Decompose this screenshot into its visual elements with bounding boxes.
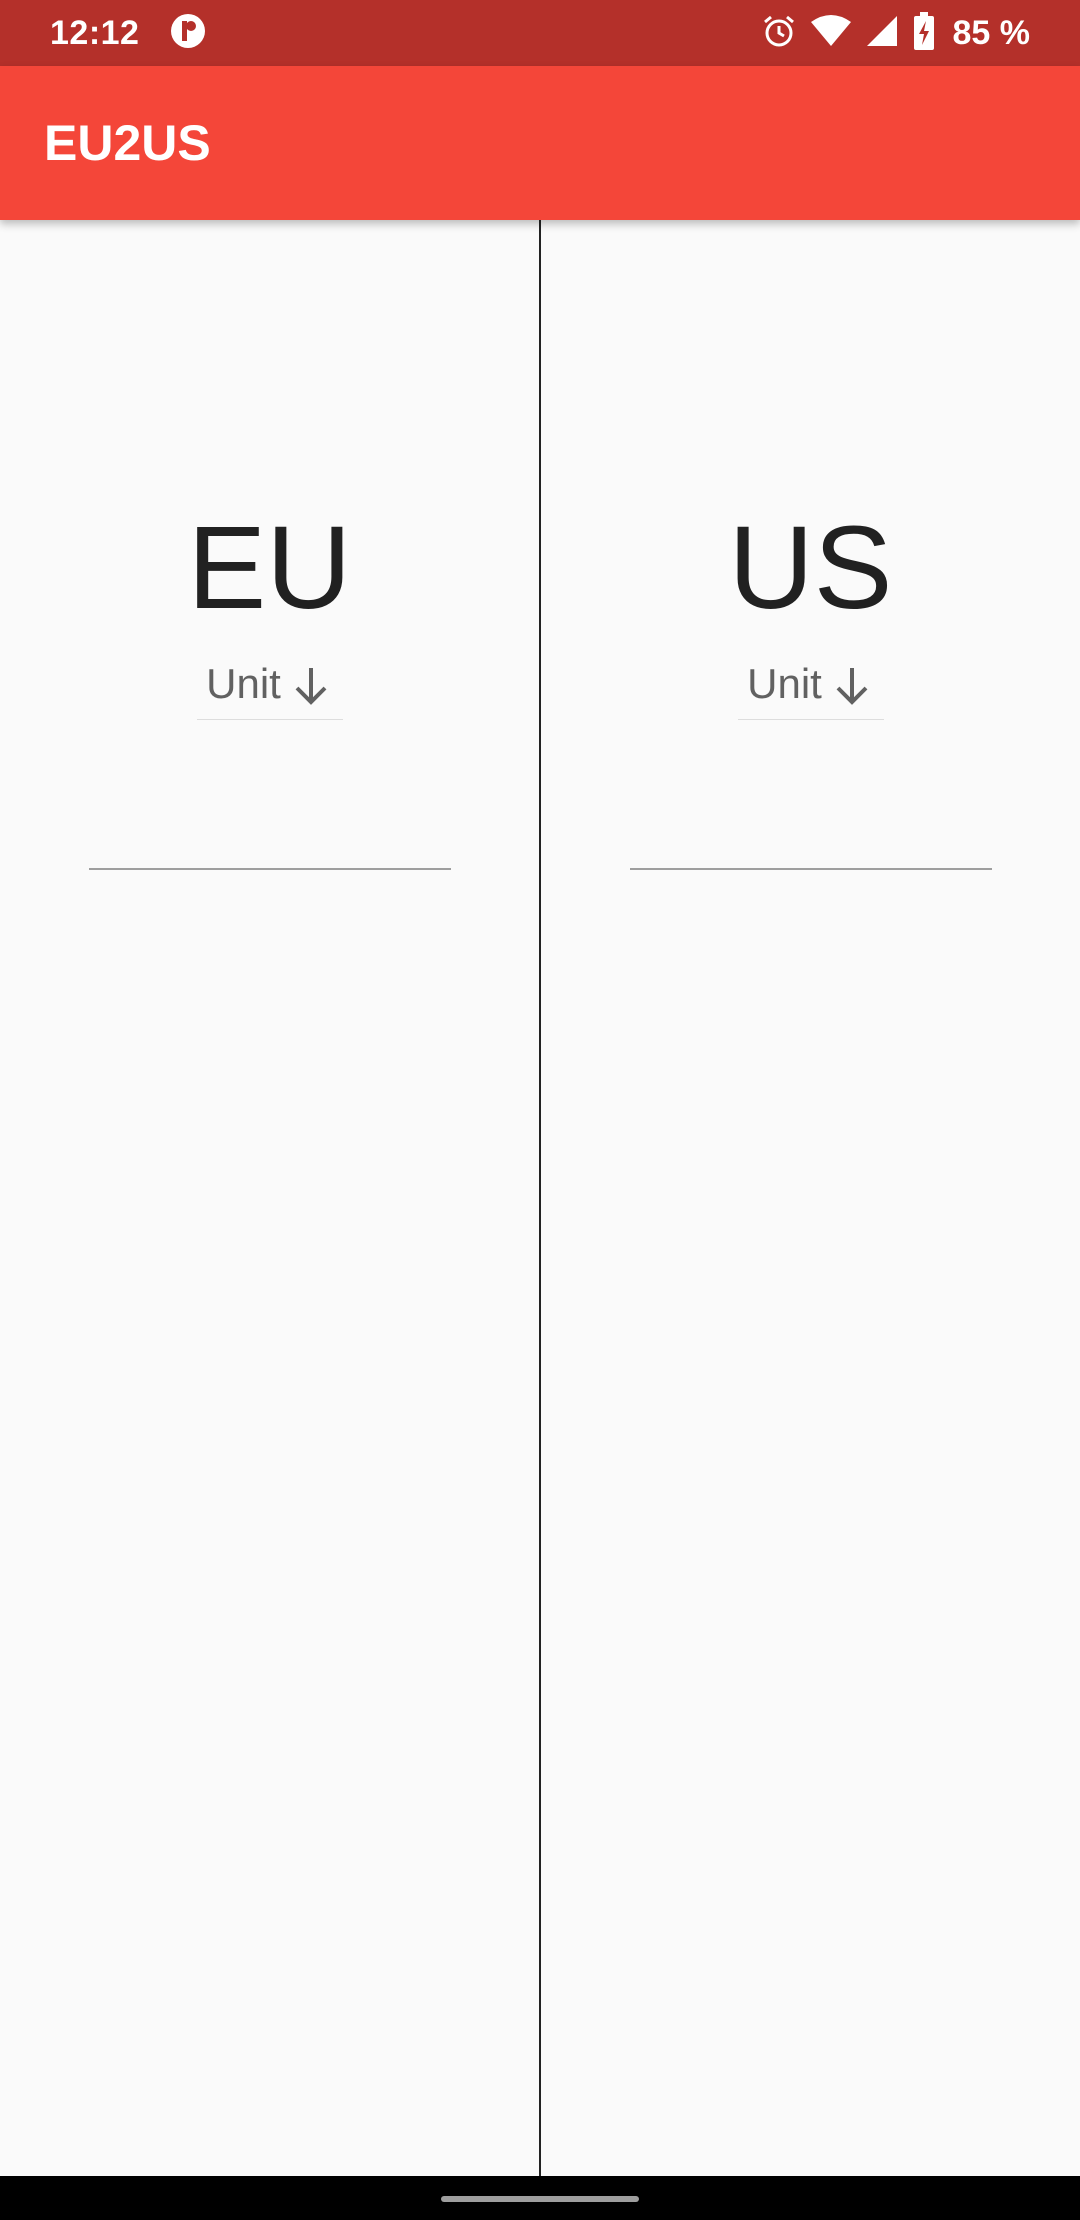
- us-title: US: [728, 502, 893, 634]
- app-title: EU2US: [44, 115, 211, 171]
- app-notification-icon: [169, 12, 207, 55]
- eu-unit-dropdown[interactable]: Unit: [196, 660, 343, 720]
- app-bar: EU2US: [0, 66, 1080, 220]
- battery-percent: 85 %: [952, 13, 1031, 52]
- eu-panel: EU Unit: [0, 220, 539, 2176]
- home-gesture-handle[interactable]: [441, 2196, 639, 2202]
- battery-charging-icon: [913, 11, 935, 55]
- us-panel: US Unit: [541, 220, 1080, 2176]
- alarm-icon: [761, 13, 797, 54]
- status-left: 12:12: [50, 12, 207, 55]
- signal-icon: [865, 14, 899, 53]
- status-right: 85 %: [761, 11, 1031, 55]
- status-bar: 12:12 85 %: [0, 0, 1080, 66]
- eu-title: EU: [187, 502, 352, 634]
- arrow-down-icon: [289, 664, 333, 718]
- us-unit-label: Unit: [747, 660, 822, 707]
- main-content: EU Unit US Unit: [0, 220, 1080, 2176]
- status-time: 12:12: [50, 13, 140, 52]
- eu-value-input[interactable]: [88, 810, 451, 870]
- arrow-down-icon: [830, 664, 874, 718]
- eu-unit-label: Unit: [206, 660, 281, 707]
- wifi-icon: [810, 14, 851, 53]
- us-unit-dropdown[interactable]: Unit: [737, 660, 884, 720]
- navigation-bar: [0, 2176, 1080, 2220]
- us-value-input[interactable]: [629, 810, 992, 870]
